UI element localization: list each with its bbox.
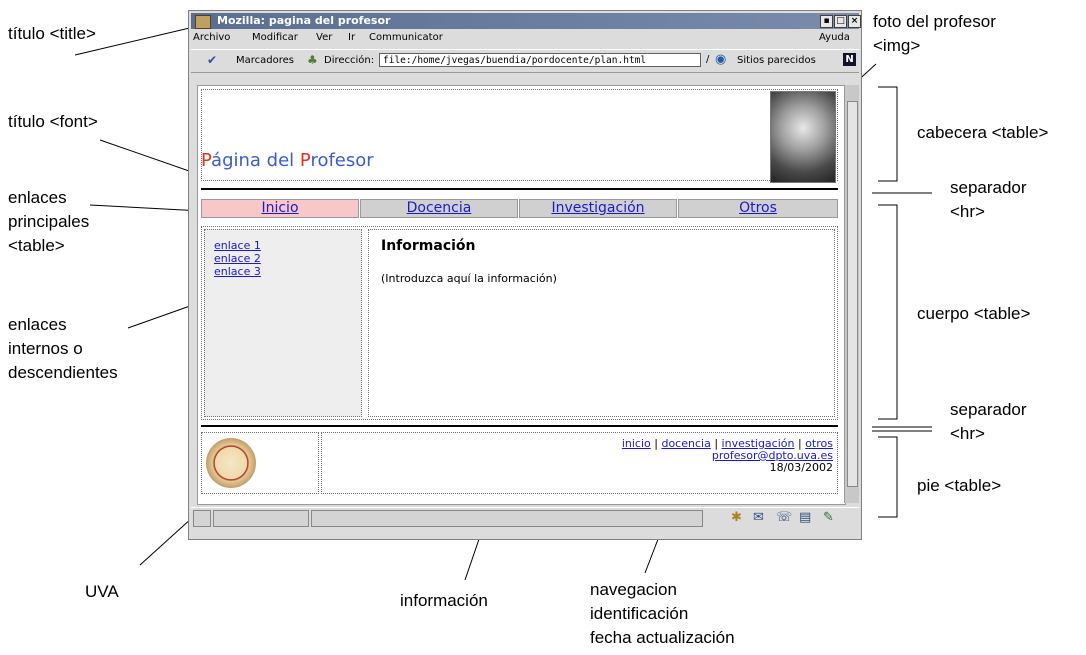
internal-links: enlace 1 enlace 2 enlace 3 <box>214 239 261 278</box>
dropdown-icon[interactable]: / <box>706 54 709 65</box>
annotation-main-links: enlaces principales <table> <box>8 186 89 258</box>
url-field[interactable]: file:/home/jvegas/buendia/pordocente/pla… <box>379 53 701 67</box>
annotation-footer: pie <table> <box>917 476 1002 495</box>
related-sites-button[interactable]: Sitios parecidos <box>737 55 816 66</box>
title-bar[interactable]: Mozilla: pagina del profesor ▪ □ × <box>191 13 861 29</box>
title-text: ágina del <box>211 150 300 171</box>
security-lock-icon[interactable] <box>193 510 211 527</box>
page-title: Página del Profesor <box>201 150 374 171</box>
annotation-nav-id: navegacion identificación fecha actualiz… <box>590 578 735 650</box>
link-enlace-1[interactable]: enlace 1 <box>214 239 261 252</box>
separator-hr <box>201 425 838 427</box>
menu-communicator[interactable]: Communicator <box>369 32 443 43</box>
composer-icon[interactable]: ✎ <box>823 510 834 525</box>
bracket-footer <box>878 436 898 518</box>
menu-archivo[interactable]: Archivo <box>193 32 230 43</box>
nav-investigacion[interactable]: Investigación <box>519 199 677 218</box>
progress-box <box>213 510 309 527</box>
annotation-info: información <box>400 591 488 610</box>
bookmarks-button[interactable]: Marcadores <box>236 55 294 66</box>
nav-otros[interactable]: Otros <box>678 199 838 218</box>
menu-ayuda[interactable]: Ayuda <box>819 32 850 43</box>
annotation-sep1: separador <hr> <box>950 176 1027 224</box>
separator-hr <box>201 188 838 190</box>
title-letter: P <box>299 150 311 171</box>
menu-ir[interactable]: Ir <box>348 32 355 43</box>
navigator-icon[interactable]: ✱ <box>731 510 742 525</box>
info-heading: Información <box>381 238 476 254</box>
bracket-body <box>878 204 898 420</box>
annotation-sep2: separador <hr> <box>950 398 1027 446</box>
nav-inicio[interactable]: Inicio <box>201 199 359 218</box>
location-bar: ✔ Marcadores ♣ Dirección: file:/home/jve… <box>191 49 859 73</box>
nav-label[interactable]: Investigación <box>551 200 644 216</box>
address-book-icon[interactable]: ▤ <box>799 510 811 525</box>
scrollbar-thumb[interactable] <box>847 101 858 487</box>
annotation-line: <hr> <box>950 424 985 443</box>
title-letter: P <box>201 150 212 171</box>
location-icon: ♣ <box>307 53 318 67</box>
annotation-line: <img> <box>873 36 921 55</box>
annotation-body: cuerpo <table> <box>917 304 1031 323</box>
annotation-photo: foto del profesor <img> <box>873 10 996 58</box>
minimize-button[interactable]: ▪ <box>820 15 833 28</box>
annotation-line: fecha actualización <box>590 628 735 647</box>
annotation-line: enlaces <box>8 188 67 207</box>
window-title: Mozilla: pagina del profesor <box>217 14 391 27</box>
footer-separator: | <box>654 437 658 450</box>
link-enlace-2[interactable]: enlace 2 <box>214 252 261 265</box>
nav-docencia[interactable]: Docencia <box>360 199 518 218</box>
netscape-logo-icon: N <box>843 53 856 66</box>
page-viewport: Página del Profesor Inicio Docencia Inve… <box>197 85 846 505</box>
vertical-scrollbar[interactable] <box>844 85 859 503</box>
link-enlace-3[interactable]: enlace 3 <box>214 265 261 278</box>
annotation-line: navegacion <box>590 580 677 599</box>
title-text: rofesor <box>310 150 374 171</box>
annotation-line: descendientes <box>8 363 118 382</box>
annotation-uva: UVA <box>85 582 119 601</box>
annotation-line: separador <box>950 178 1027 197</box>
mail-icon[interactable]: ✉ <box>753 510 764 525</box>
annotation-line: <hr> <box>950 202 985 221</box>
nav-label[interactable]: Otros <box>739 200 777 216</box>
window-icon <box>195 15 211 29</box>
menu-bar: Archivo Modificar Ver Ir Communicator Ay… <box>191 31 859 47</box>
related-sites-icon[interactable]: ◉ <box>715 52 726 67</box>
status-bar: ✱ ✉ ☏ ▤ ✎ <box>191 507 859 528</box>
footer-navigation: inicio | docencia | investigación | otro… <box>622 438 833 474</box>
annotation-internal-links: enlaces internos o descendientes <box>8 313 118 385</box>
bracket-header <box>878 86 898 182</box>
annotation-line: internos o <box>8 339 83 358</box>
maximize-button[interactable]: □ <box>834 15 847 28</box>
status-text-box <box>311 510 703 527</box>
info-cell <box>368 229 835 417</box>
menu-modificar[interactable]: Modificar <box>252 32 298 43</box>
footer-date: 18/03/2002 <box>769 461 833 474</box>
nav-label[interactable]: Docencia <box>407 200 472 216</box>
annotation-header: cabecera <table> <box>917 123 1049 142</box>
annotation-line: <table> <box>8 236 65 255</box>
annotation-title-tag: título <title> <box>8 24 96 43</box>
bookmark-icon[interactable]: ✔ <box>207 53 217 67</box>
close-button[interactable]: × <box>848 15 861 28</box>
annotation-title-font: título <font> <box>8 112 98 131</box>
uva-seal-logo <box>206 438 256 488</box>
annotation-line: enlaces <box>8 315 67 334</box>
annotation-line: principales <box>8 212 90 231</box>
annotation-line: foto del profesor <box>873 12 996 31</box>
info-text: (Introduzca aquí la información) <box>381 272 557 285</box>
address-label: Dirección: <box>324 55 375 66</box>
footer-link-inicio[interactable]: inicio <box>622 437 651 450</box>
menu-ver[interactable]: Ver <box>316 32 332 43</box>
footer-link-docencia[interactable]: docencia <box>661 437 710 450</box>
browser-window: Mozilla: pagina del profesor ▪ □ × Archi… <box>188 10 862 540</box>
annotation-line: separador <box>950 400 1027 419</box>
nav-label[interactable]: Inicio <box>261 200 298 216</box>
professor-photo <box>770 91 836 183</box>
news-icon[interactable]: ☏ <box>776 510 792 525</box>
annotation-line: identificación <box>590 604 689 623</box>
